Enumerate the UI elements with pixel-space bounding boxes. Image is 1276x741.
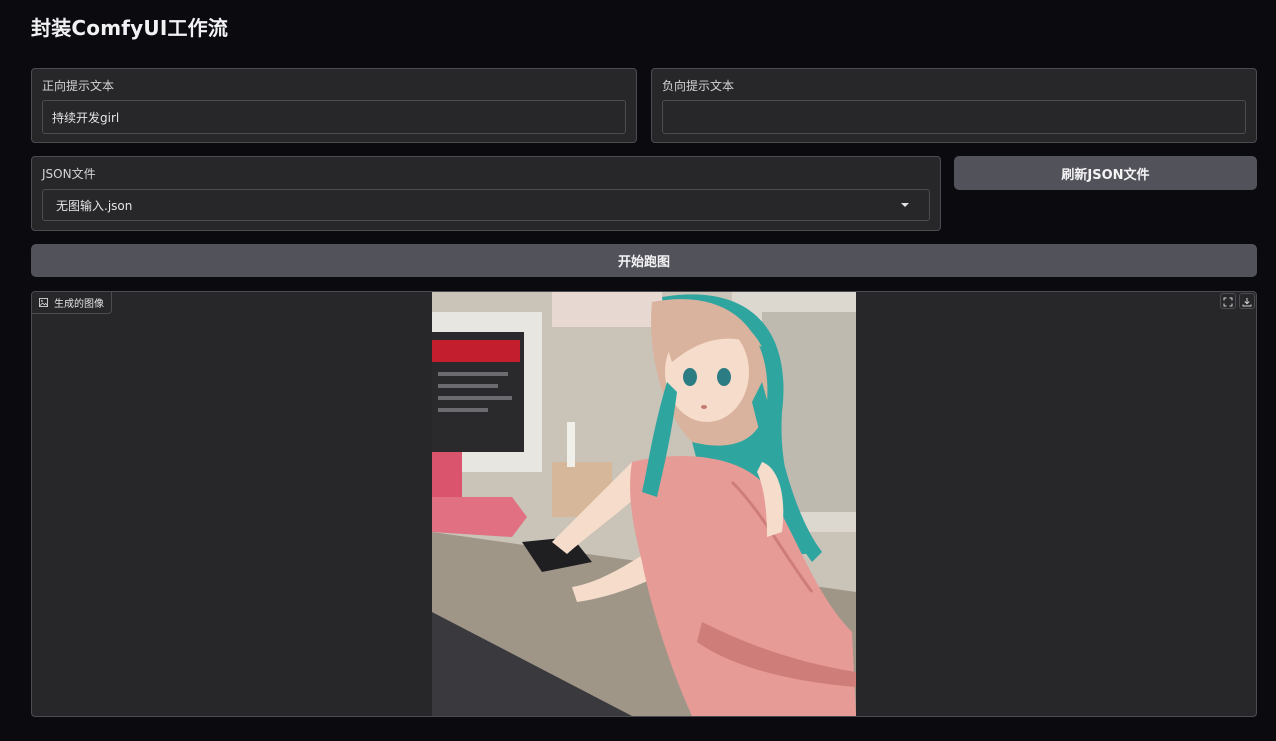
json-file-label: JSON文件 (42, 167, 96, 181)
output-image-block: 生成的图像 (31, 291, 1257, 717)
output-image-label-text: 生成的图像 (54, 299, 104, 310)
chevron-down-icon (901, 203, 909, 207)
download-button[interactable] (1239, 293, 1255, 309)
fullscreen-button[interactable] (1220, 293, 1236, 309)
refresh-json-button[interactable]: 刷新JSON文件 (954, 156, 1257, 190)
positive-prompt-input[interactable] (42, 100, 626, 134)
json-file-dropdown[interactable]: 无图输入.json (42, 189, 930, 221)
generated-image (432, 292, 856, 716)
positive-prompt-block: 正向提示文本 (31, 68, 637, 143)
negative-prompt-input[interactable] (662, 100, 1246, 134)
page-title: 封装ComfyUI工作流 (31, 16, 229, 40)
app-root: 封装ComfyUI工作流 正向提示文本 负向提示文本 JSON文件 无图输入.j… (0, 0, 1276, 741)
positive-prompt-label: 正向提示文本 (42, 79, 115, 93)
start-run-button[interactable]: 开始跑图 (31, 244, 1257, 277)
json-file-selected: 无图输入.json (56, 198, 133, 213)
fullscreen-icon (1223, 292, 1233, 311)
image-icon (39, 298, 48, 307)
download-icon (1242, 292, 1252, 311)
negative-prompt-block: 负向提示文本 (651, 68, 1257, 143)
negative-prompt-label: 负向提示文本 (662, 79, 735, 93)
output-image-label: 生成的图像 (32, 292, 112, 314)
json-file-block: JSON文件 无图输入.json (31, 156, 941, 231)
